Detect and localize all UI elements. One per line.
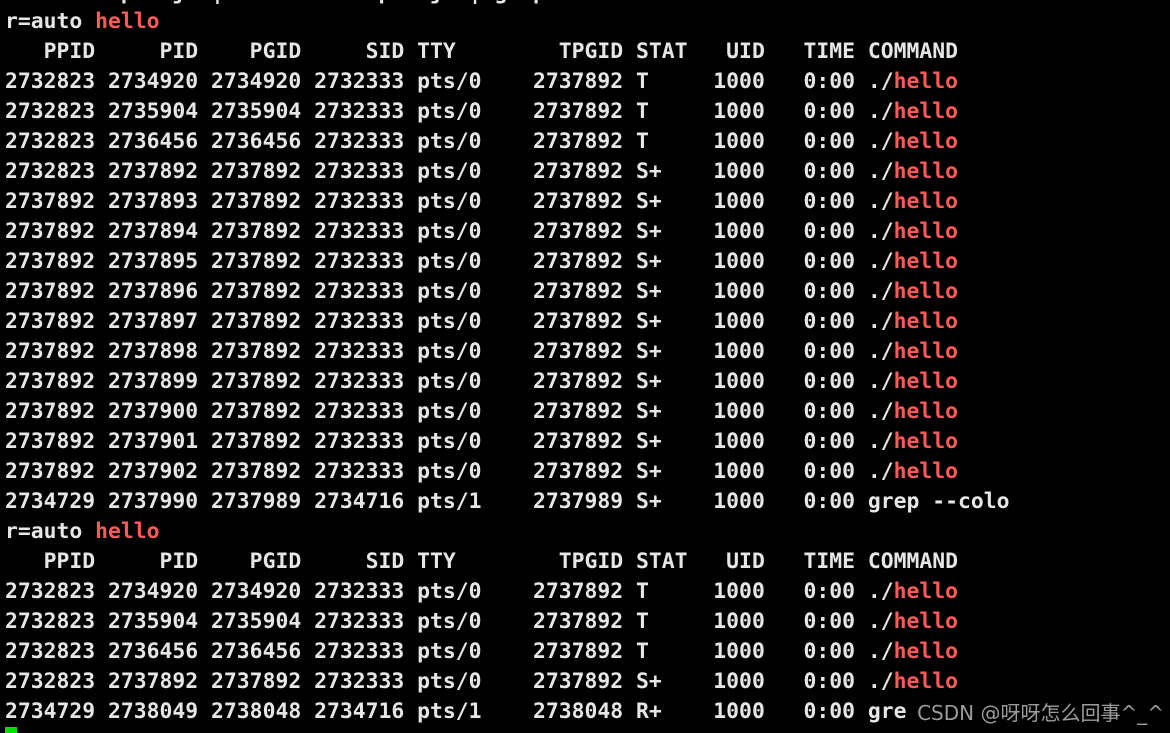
process-row-text: 2732823 2737892 2737892 2732333 pts/0 27…: [5, 159, 894, 184]
process-row-text: 2737892 2737898 2737892 2732333 pts/0 27…: [5, 339, 894, 364]
prompt-prefix: r=auto: [5, 9, 96, 34]
process-row-text: 2737892 2737901 2737892 2732333 pts/0 27…: [5, 429, 894, 454]
process-row-text: 2737892 2737900 2737892 2732333 pts/0 27…: [5, 399, 894, 424]
process-row-text: 2737892 2737896 2737892 2732333 pts/0 27…: [5, 279, 894, 304]
process-row-text: 2737892 2737894 2737892 2732333 pts/0 27…: [5, 219, 894, 244]
process-row: 2732823 2737892 2737892 2732333 pts/0 27…: [5, 667, 958, 697]
process-row-text: 2737892 2737895 2737892 2732333 pts/0 27…: [5, 249, 894, 274]
grep-match-highlight: hello: [893, 309, 959, 334]
ps-header: PPID PID PGID SID TTY TPGID STAT UID TIM…: [5, 549, 958, 574]
terminal-window[interactable]: ps ajx | head -1 && ps ajx | grep --colo…: [0, 0, 1170, 733]
grep-match-highlight: hello: [893, 279, 959, 304]
grep-match-highlight: hello: [893, 459, 959, 484]
process-row: 2732823 2734920 2734920 2732333 pts/0 27…: [5, 577, 958, 607]
grep-match-highlight: hello: [893, 639, 959, 664]
process-row-text: 2734729 2738049 2738048 2734716 pts/1 27…: [5, 699, 907, 724]
process-row-text: 2737892 2737897 2737892 2732333 pts/0 27…: [5, 309, 894, 334]
process-row: 2737892 2737900 2737892 2732333 pts/0 27…: [5, 397, 958, 427]
process-row: 2737892 2737893 2737892 2732333 pts/0 27…: [5, 187, 958, 217]
ps-header: PPID PID PGID SID TTY TPGID STAT UID TIM…: [5, 39, 958, 64]
grep-match-highlight: hello: [893, 399, 959, 424]
process-row: 2737892 2737897 2737892 2732333 pts/0 27…: [5, 307, 958, 337]
grep-match-highlight: hello: [893, 669, 959, 694]
process-row-text: 2732823 2736456 2736456 2732333 pts/0 27…: [5, 129, 894, 154]
process-row: 2732823 2737892 2737892 2732333 pts/0 27…: [5, 157, 958, 187]
prompt-line: r=auto hello: [5, 7, 160, 37]
process-row: 2737892 2737898 2737892 2732333 pts/0 27…: [5, 337, 958, 367]
process-row: 2737892 2737901 2737892 2732333 pts/0 27…: [5, 427, 958, 457]
process-row: 2732823 2734920 2734920 2732333 pts/0 27…: [5, 67, 958, 97]
csdn-watermark: CSDN @呀呀怎么回事^_^: [917, 701, 1164, 725]
process-row-text: 2737892 2737899 2737892 2732333 pts/0 27…: [5, 369, 894, 394]
process-row: 2732823 2735904 2735904 2732333 pts/0 27…: [5, 97, 958, 127]
grep-match-highlight: hello: [893, 369, 959, 394]
process-row-text: 2732823 2736456 2736456 2732333 pts/0 27…: [5, 639, 894, 664]
grep-match-highlight: hello: [893, 159, 959, 184]
process-row-text: 2732823 2737892 2737892 2732333 pts/0 27…: [5, 669, 894, 694]
process-row: 2732823 2736456 2736456 2732333 pts/0 27…: [5, 127, 958, 157]
process-row-text: 2737892 2737902 2737892 2732333 pts/0 27…: [5, 459, 894, 484]
process-row-text: 2732823 2734920 2734920 2732333 pts/0 27…: [5, 579, 894, 604]
process-row: 2737892 2737895 2737892 2732333 pts/0 27…: [5, 247, 958, 277]
grep-match-highlight: hello: [893, 429, 959, 454]
process-row-text: 2732823 2735904 2735904 2732333 pts/0 27…: [5, 609, 894, 634]
grep-match-highlight: hello: [893, 219, 959, 244]
process-row-text: 2737892 2737893 2737892 2732333 pts/0 27…: [5, 189, 894, 214]
process-row: 2737892 2737899 2737892 2732333 pts/0 27…: [5, 367, 958, 397]
process-row-text: 2732823 2734920 2734920 2732333 pts/0 27…: [5, 69, 894, 94]
process-row: 2737892 2737902 2737892 2732333 pts/0 27…: [5, 457, 958, 487]
process-row: 2737892 2737894 2737892 2732333 pts/0 27…: [5, 217, 958, 247]
grep-match-highlight: hello: [893, 609, 959, 634]
grep-match-highlight: hello: [893, 129, 959, 154]
grep-match-highlight: hello: [893, 99, 959, 124]
grep-match-highlight: hello: [95, 9, 160, 34]
grep-match-highlight: hello: [893, 249, 959, 274]
grep-match-highlight: hello: [893, 579, 959, 604]
prompt-prefix: r=auto: [5, 519, 96, 544]
process-row-text: 2732823 2735904 2735904 2732333 pts/0 27…: [5, 99, 894, 124]
process-row: 2732823 2736456 2736456 2732333 pts/0 27…: [5, 637, 958, 667]
grep-match-highlight: hello: [95, 519, 160, 544]
process-row: 2734729 2737990 2737989 2734716 pts/1 27…: [5, 487, 1010, 517]
process-row-text: 2734729 2737990 2737989 2734716 pts/1 27…: [5, 489, 1010, 514]
grep-match-highlight: hello: [893, 189, 959, 214]
process-row: 2732823 2735904 2735904 2732333 pts/0 27…: [5, 607, 958, 637]
grep-match-highlight: hello: [893, 339, 959, 364]
process-row: 2737892 2737896 2737892 2732333 pts/0 27…: [5, 277, 958, 307]
terminal-cursor: [5, 727, 17, 733]
grep-match-highlight: hello: [893, 69, 959, 94]
prompt-line: r=auto hello: [5, 517, 160, 547]
process-row: 2734729 2738049 2738048 2734716 pts/1 27…: [5, 697, 906, 727]
